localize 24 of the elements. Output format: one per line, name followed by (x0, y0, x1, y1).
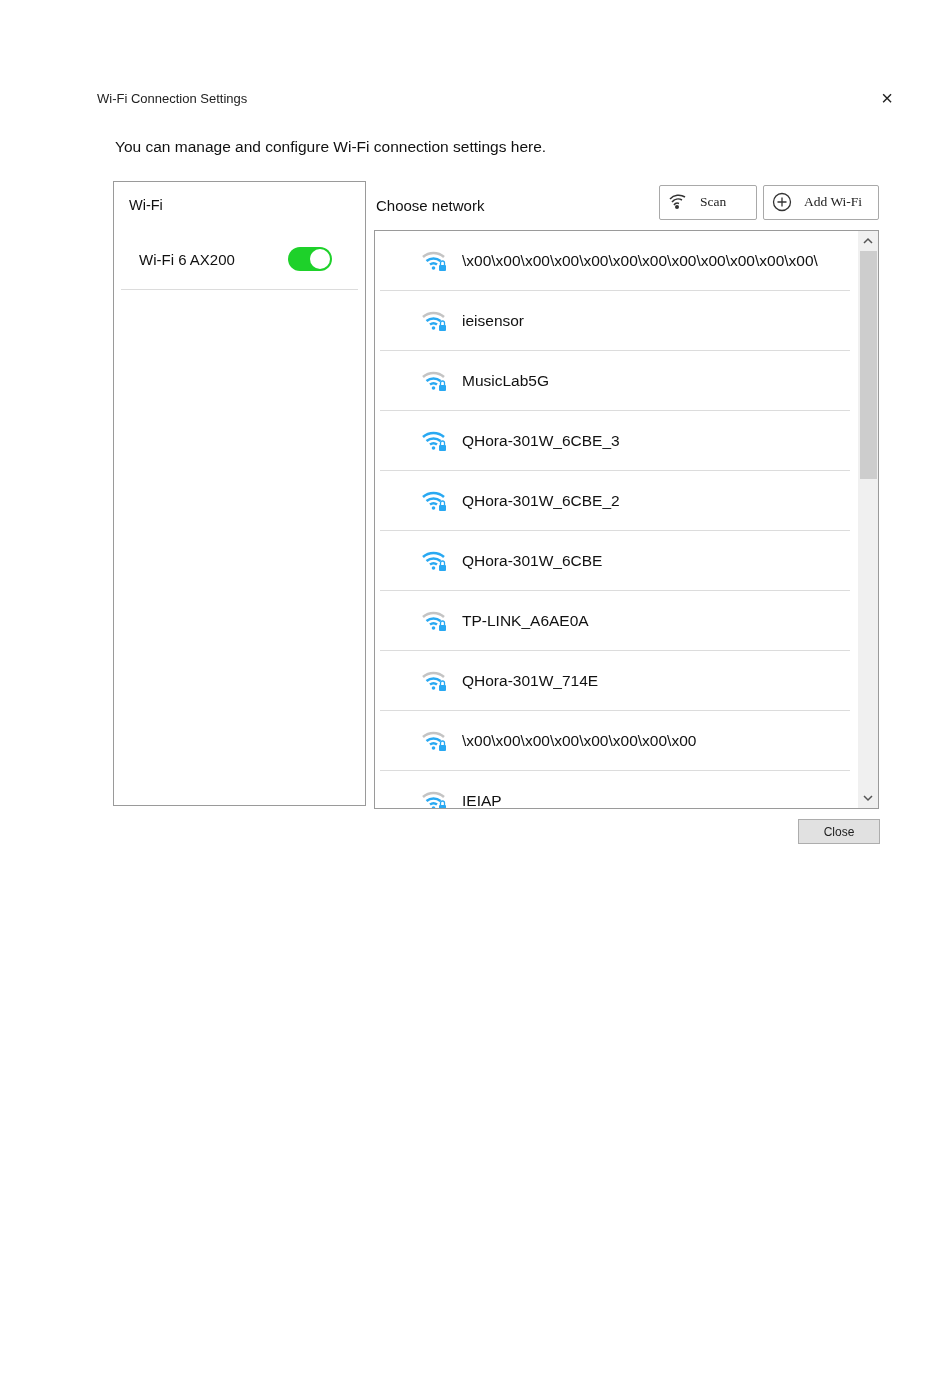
network-name[interactable]: QHora-301W_714E (462, 671, 599, 690)
network-name[interactable]: \x00\x00\x00\x00\x00\x00\x00\x00 (462, 731, 697, 750)
close-button[interactable]: Close (798, 819, 880, 844)
close-button[interactable]: × (879, 88, 895, 108)
plus-circle-icon (772, 192, 792, 212)
panel-title: Wi-Fi (128, 196, 164, 215)
window-title: Wi-Fi Connection Settings (97, 90, 248, 106)
adapter-name: Wi-Fi 6 AX200 (139, 250, 235, 268)
scrollbar[interactable] (858, 231, 878, 808)
wifi-toggle[interactable] (288, 247, 332, 271)
network-name[interactable]: IEIAP (462, 791, 502, 808)
network-name[interactable]: QHora-301W_6CBE (462, 551, 603, 570)
network-name[interactable]: QHora-301W_6CBE_3 (462, 431, 620, 450)
wifi-icon (668, 193, 688, 211)
section-title: Choose network (376, 197, 486, 214)
scroll-thumb[interactable] (859, 251, 877, 479)
add-wifi-button[interactable]: Add Wi-Fi (763, 184, 879, 220)
network-name[interactable]: QHora-301W_6CBE_2 (462, 491, 620, 510)
scan-button[interactable]: Scan (659, 184, 757, 220)
network-name[interactable]: MusicLab5G (462, 371, 549, 390)
network-name[interactable]: ieisensor (462, 311, 525, 330)
network-name[interactable]: \x00\x00\x00\x00\x00\x00\x00\x00\x00\x00\x00\x00\ (462, 251, 818, 270)
network-name[interactable]: TP-LINK_A6AE0A (462, 611, 589, 630)
description-text: You can manage and configure Wi-Fi connection settings here. (115, 138, 548, 156)
